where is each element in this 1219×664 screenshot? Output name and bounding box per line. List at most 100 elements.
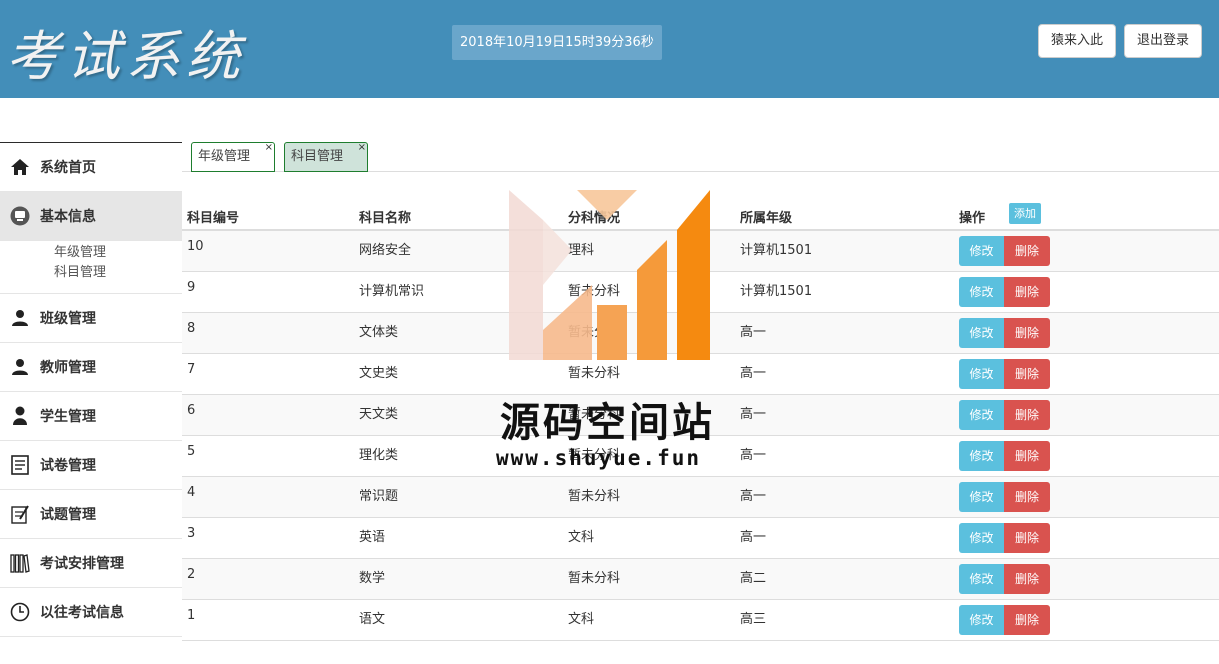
sidebar-item-exam-schedule[interactable]: 考试安排管理	[0, 539, 182, 588]
sidebar-item-paper[interactable]: 试卷管理	[0, 441, 182, 490]
cell-grade: 高一	[740, 325, 767, 340]
sidebar: 系统首页 基本信息 年级管理 科目管理 班级管理 教师管理 学生管理 试卷管理	[0, 142, 182, 664]
logout-button[interactable]: 退出登录	[1124, 24, 1203, 58]
guess-button[interactable]: 猿来入此	[1038, 24, 1117, 58]
sidebar-item-label: 基本信息	[40, 209, 96, 225]
tab-label: 年级管理	[198, 149, 251, 164]
delete-button[interactable]: 删除	[1004, 523, 1050, 553]
col-subject-id: 科目编号	[187, 211, 240, 226]
cell-grade: 高一	[740, 366, 767, 381]
table-row: 9 计算机常识 暂未分科 计算机1501 修改 删除	[182, 272, 1219, 313]
cell-subject-id: 8	[187, 321, 196, 336]
cell-subject-name: 网络安全	[359, 243, 412, 258]
sidebar-item-label: 试卷管理	[40, 458, 96, 474]
cell-subject-name: 理化类	[359, 448, 399, 463]
close-icon[interactable]: ×	[358, 134, 366, 162]
sidebar-item-past-exams[interactable]: 以往考试信息	[0, 588, 182, 637]
edit-button[interactable]: 修改	[959, 359, 1004, 389]
sidebar-item-label: 以往考试信息	[40, 605, 124, 621]
cell-subject-name: 天文类	[359, 407, 399, 422]
watermark-url: www.shuyue.fun	[496, 446, 702, 470]
cell-subject-name: 计算机常识	[359, 284, 425, 299]
cell-grade: 高一	[740, 489, 767, 504]
tab-subject-management[interactable]: 科目管理 ×	[284, 142, 368, 172]
cell-subject-id: 1	[187, 608, 196, 623]
edit-button[interactable]: 修改	[959, 277, 1004, 307]
cell-subject-id: 3	[187, 526, 196, 541]
cell-division: 暂未分科	[568, 489, 621, 504]
col-actions: 操作	[959, 211, 986, 226]
tab-grade-management[interactable]: 年级管理 ×	[191, 142, 275, 172]
edit-button[interactable]: 修改	[959, 523, 1004, 553]
cell-division: 文科	[568, 612, 595, 627]
col-grade: 所属年级	[740, 211, 793, 226]
submenu-item-subject[interactable]: 科目管理	[54, 263, 182, 283]
edit-icon	[10, 504, 30, 524]
delete-button[interactable]: 删除	[1004, 359, 1050, 389]
home-icon	[10, 157, 30, 177]
table-row: 8 文体类 暂未分科 高一 修改 删除	[182, 313, 1219, 354]
document-icon	[10, 455, 30, 475]
sidebar-item-label: 考试安排管理	[40, 556, 124, 572]
cell-subject-id: 5	[187, 444, 196, 459]
edit-button[interactable]: 修改	[959, 605, 1004, 635]
cell-division: 暂未分科	[568, 571, 621, 586]
cell-subject-id: 6	[187, 403, 196, 418]
cell-grade: 高一	[740, 530, 767, 545]
col-subject-name: 科目名称	[359, 211, 412, 226]
col-division: 分科情况	[568, 211, 621, 226]
cell-grade: 计算机1501	[740, 284, 813, 299]
sidebar-item-class[interactable]: 班级管理	[0, 294, 182, 343]
close-icon[interactable]: ×	[265, 134, 273, 162]
cell-division: 暂未分科	[568, 366, 621, 381]
sidebar-item-student[interactable]: 学生管理	[0, 392, 182, 441]
user-icon	[10, 308, 30, 328]
cell-subject-id: 2	[187, 567, 196, 582]
sidebar-item-label: 系统首页	[40, 160, 96, 176]
cell-subject-name: 英语	[359, 530, 386, 545]
sidebar-item-basic-info[interactable]: 基本信息	[0, 192, 182, 241]
watermark-title: 源码空间站	[500, 400, 715, 446]
add-button[interactable]: 添加	[1009, 203, 1041, 224]
delete-button[interactable]: 删除	[1004, 400, 1050, 430]
table-row: 4 常识题 暂未分科 高一 修改 删除	[182, 477, 1219, 518]
edit-button[interactable]: 修改	[959, 400, 1004, 430]
sidebar-submenu: 年级管理 科目管理	[0, 241, 182, 294]
table-row: 7 文史类 暂未分科 高一 修改 删除	[182, 354, 1219, 395]
delete-button[interactable]: 删除	[1004, 441, 1050, 471]
delete-button[interactable]: 删除	[1004, 605, 1050, 635]
cell-grade: 高一	[740, 407, 767, 422]
edit-button[interactable]: 修改	[959, 441, 1004, 471]
submenu-item-grade[interactable]: 年级管理	[54, 243, 182, 263]
app-logo: 考试系统	[6, 25, 246, 88]
table-row: 2 数学 暂未分科 高二 修改 删除	[182, 559, 1219, 600]
cell-subject-id: 7	[187, 362, 196, 377]
cell-grade: 高一	[740, 448, 767, 463]
cell-division: 理科	[568, 243, 595, 258]
cell-subject-name: 文体类	[359, 325, 399, 340]
cell-subject-name: 语文	[359, 612, 386, 627]
delete-button[interactable]: 删除	[1004, 236, 1050, 266]
cell-subject-id: 10	[187, 239, 204, 254]
cell-subject-name: 数学	[359, 571, 386, 586]
table-row: 10 网络安全 理科 计算机1501 修改 删除	[182, 231, 1219, 272]
cell-subject-name: 常识题	[359, 489, 399, 504]
cell-grade: 高二	[740, 571, 767, 586]
cell-division: 文科	[568, 530, 595, 545]
sidebar-item-label: 班级管理	[40, 311, 96, 327]
header-bar: 考试系统 2018年10月19日15时39分36秒 猿来入此 退出登录	[0, 0, 1219, 98]
edit-button[interactable]: 修改	[959, 482, 1004, 512]
edit-button[interactable]: 修改	[959, 236, 1004, 266]
tab-label: 科目管理	[291, 149, 344, 164]
sidebar-item-question[interactable]: 试题管理	[0, 490, 182, 539]
user-icon	[10, 357, 30, 377]
edit-button[interactable]: 修改	[959, 318, 1004, 348]
delete-button[interactable]: 删除	[1004, 482, 1050, 512]
delete-button[interactable]: 删除	[1004, 318, 1050, 348]
sidebar-item-teacher[interactable]: 教师管理	[0, 343, 182, 392]
cell-subject-id: 9	[187, 280, 196, 295]
delete-button[interactable]: 删除	[1004, 277, 1050, 307]
delete-button[interactable]: 删除	[1004, 564, 1050, 594]
sidebar-item-home[interactable]: 系统首页	[0, 143, 182, 192]
edit-button[interactable]: 修改	[959, 564, 1004, 594]
